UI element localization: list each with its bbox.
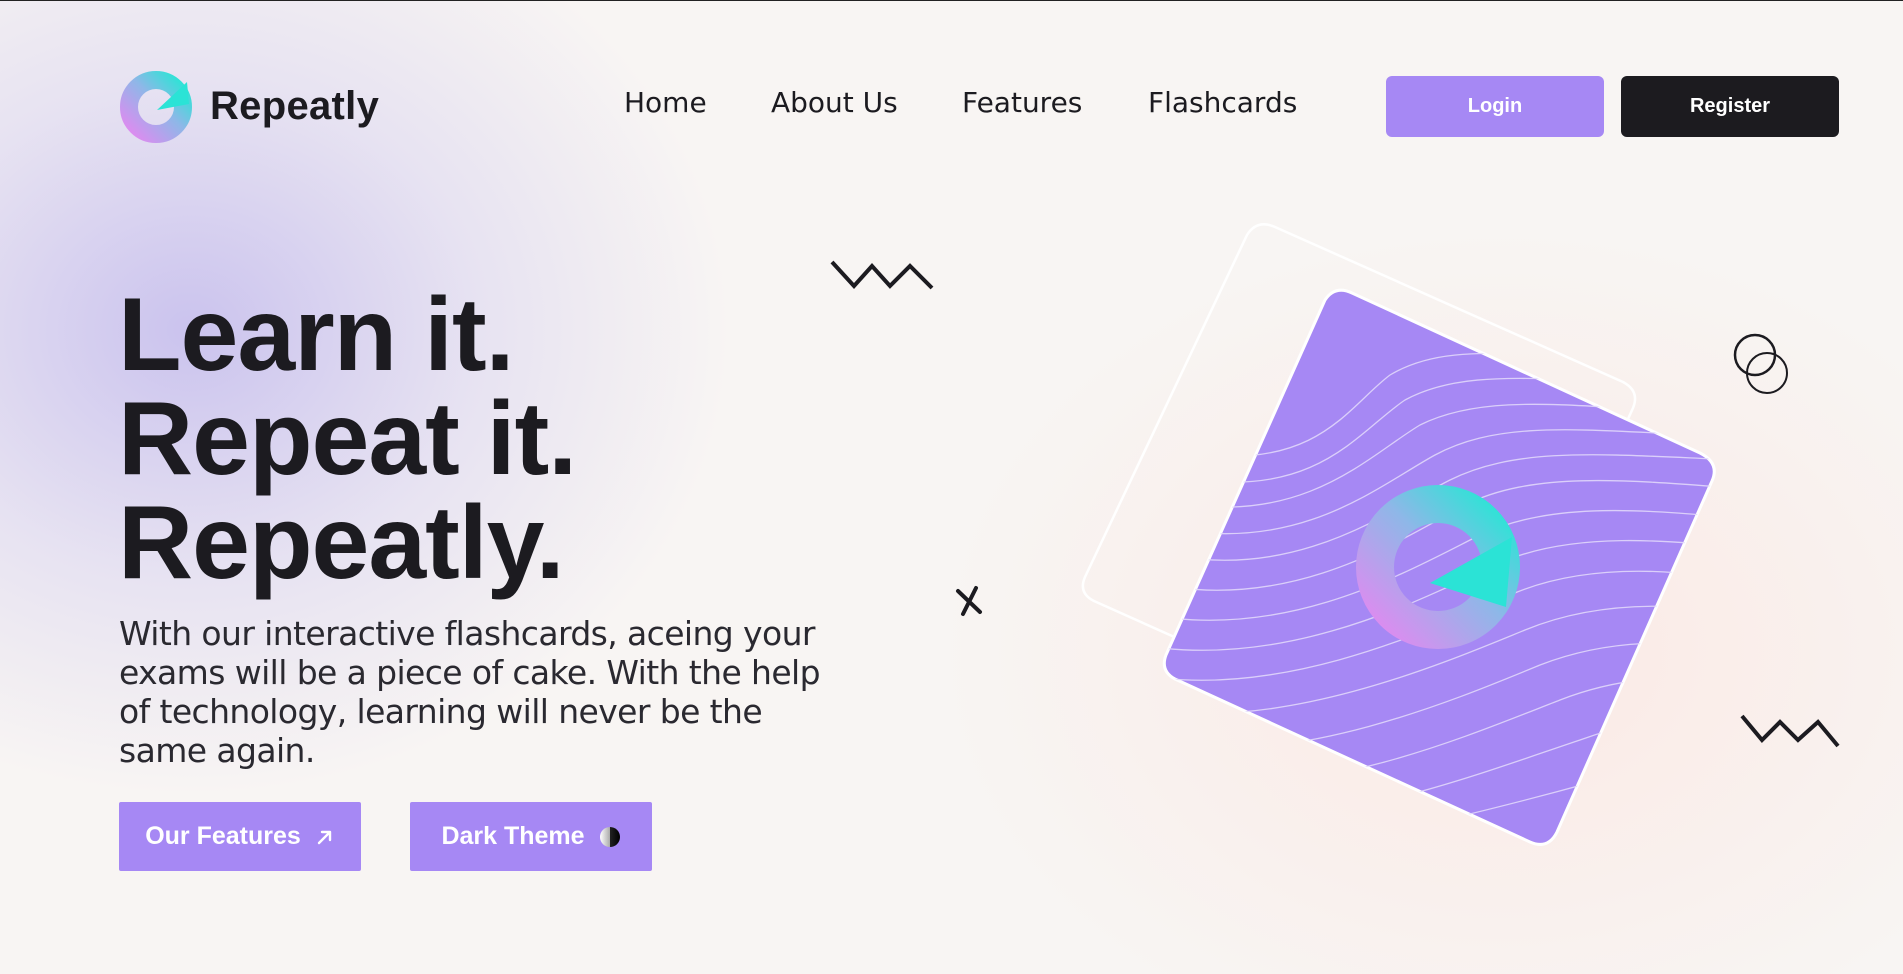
- repeatly-logo-icon[interactable]: [119, 70, 193, 144]
- nav-home[interactable]: Home: [624, 86, 707, 120]
- nav-about-us[interactable]: About Us: [771, 86, 898, 120]
- our-features-button[interactable]: Our Features: [119, 802, 361, 871]
- zigzag-decoration-icon: [830, 260, 934, 290]
- headline-line-2: Repeat it.: [118, 381, 577, 497]
- dark-theme-button[interactable]: Dark Theme: [410, 802, 652, 871]
- nav-flashcards[interactable]: Flashcards: [1148, 86, 1297, 120]
- dark-theme-label: Dark Theme: [441, 822, 585, 850]
- half-circle-contrast-icon: [599, 826, 621, 848]
- nav-features[interactable]: Features: [962, 86, 1082, 120]
- hero-headline: Learn it. Repeat it. Repeatly.: [118, 277, 577, 601]
- flashcard-illustration: [1081, 223, 1716, 846]
- headline-line-1: Learn it.: [118, 277, 515, 393]
- cross-decoration-icon: [956, 586, 982, 616]
- window-top-border: [0, 0, 1903, 1]
- brand-name[interactable]: Repeatly: [210, 84, 379, 128]
- login-button[interactable]: Login: [1386, 76, 1604, 137]
- hero-description: With our interactive flashcards, aceing …: [119, 614, 821, 770]
- register-button[interactable]: Register: [1621, 76, 1839, 137]
- front-card: [1162, 288, 1716, 846]
- arrow-up-right-icon: [315, 827, 335, 847]
- headline-line-3: Repeatly.: [118, 485, 565, 601]
- our-features-label: Our Features: [145, 822, 301, 850]
